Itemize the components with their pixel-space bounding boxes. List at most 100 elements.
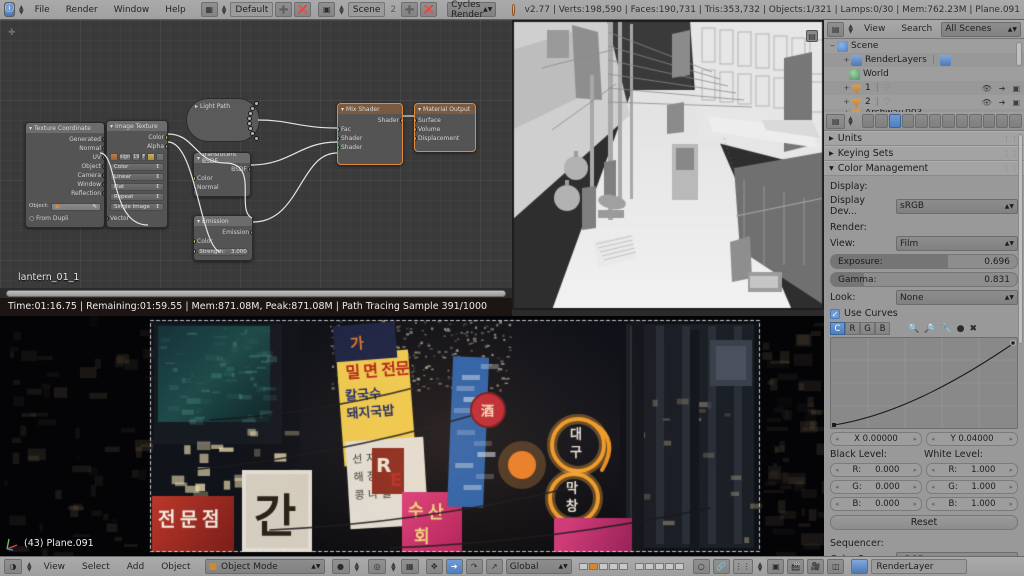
display-device-dropdown[interactable]: sRGB ▲▼ xyxy=(896,198,1018,214)
render-engine-dropdown[interactable]: Cycles Render ▲▼ xyxy=(447,0,497,20)
socket-reflection[interactable] xyxy=(102,191,104,196)
tab-scene[interactable] xyxy=(888,114,901,128)
snap-element-spinner[interactable]: ▲ ▼ xyxy=(756,561,765,572)
reset-curves-button[interactable]: Reset xyxy=(830,515,1018,530)
look-dropdown[interactable]: None ▲▼ xyxy=(896,290,1018,305)
3d-view-icon[interactable]: ◑ xyxy=(4,559,22,574)
socket-shader-2[interactable] xyxy=(338,145,340,150)
opengl-render-icon[interactable]: ▣ xyxy=(767,559,785,574)
visibility-eye-icon[interactable]: 👁 xyxy=(982,98,992,107)
panel-grip-icon[interactable]: ⋮⋮ xyxy=(1003,150,1019,158)
channel-b[interactable]: B xyxy=(875,322,890,335)
tab-data[interactable] xyxy=(955,114,969,128)
channel-r[interactable]: R xyxy=(845,322,860,335)
node-expand-icon[interactable]: ▸ xyxy=(195,103,198,110)
add-scene-button[interactable]: ➕ xyxy=(401,2,419,17)
scene-layers-top[interactable] xyxy=(578,563,684,570)
scale-icon[interactable]: ↗ xyxy=(485,559,503,574)
tab-object[interactable] xyxy=(915,114,928,128)
node-material-output[interactable]: ▾ Material Output Surface Volume Displac… xyxy=(414,103,476,152)
socket-alpha[interactable] xyxy=(165,144,167,149)
socket-displacement[interactable] xyxy=(415,136,417,141)
tab-render[interactable] xyxy=(861,114,875,128)
menu-file[interactable]: File xyxy=(28,3,57,17)
menu-render[interactable]: Render xyxy=(59,3,105,17)
unlink-icon[interactable] xyxy=(156,153,164,161)
open-image-icon[interactable] xyxy=(147,153,156,161)
socket-fac[interactable] xyxy=(338,127,340,132)
rotate-icon[interactable]: ↷ xyxy=(465,559,483,574)
panel-grip-icon[interactable]: ⋮⋮ xyxy=(1003,165,1019,173)
outliner-row-mesh-2[interactable]: + 2 | ▽ 👁 ➔ ▣ xyxy=(824,95,1024,109)
viewport-menu-add[interactable]: Add xyxy=(120,560,151,574)
strength-slider[interactable]: ◂Strength: 3.000▸ xyxy=(197,248,249,256)
delete-scene-button[interactable]: ❌ xyxy=(420,2,438,17)
from-dupli-checkbox[interactable]: ○ From Dupli xyxy=(29,214,101,223)
outliner-row-mesh-1[interactable]: + 1 | ▽ 👁 ➔ ▣ xyxy=(824,81,1024,95)
curve-point-y[interactable]: ◂ Y 0.04000 ▸ xyxy=(926,432,1018,446)
socket-uv[interactable] xyxy=(102,155,104,160)
expand-icon[interactable]: + xyxy=(842,98,851,106)
panel-color-management[interactable]: ▾ Color Management ⋮⋮ xyxy=(824,161,1024,176)
tab-particles[interactable] xyxy=(996,114,1009,128)
outliner-row-toggles[interactable]: 👁 ➔ ▣ xyxy=(982,84,1020,93)
node-translucent-bsdf[interactable]: ▾ Translucent BSDF BSDF Color Normal xyxy=(193,152,251,197)
selectable-cursor-icon[interactable]: ➔ xyxy=(999,84,1006,93)
tab-world[interactable] xyxy=(901,114,915,128)
proportional-edit-icon[interactable]: ○ xyxy=(692,559,710,574)
socket-emission[interactable] xyxy=(250,230,252,235)
node-image-texture[interactable]: ▾ Image Texture Color Alpha sign 19 F Co… xyxy=(106,120,168,228)
visibility-eye-icon[interactable]: 👁 xyxy=(982,84,992,93)
socket-object[interactable] xyxy=(102,164,104,169)
outliner-editor-spinner[interactable]: ▲ ▼ xyxy=(846,24,855,35)
users-count[interactable]: 19 xyxy=(132,153,141,161)
editor-type-spinner[interactable]: ▲ ▼ xyxy=(25,561,34,572)
screen-layout-icon[interactable]: ▦ xyxy=(200,2,218,17)
panel-grip-icon[interactable]: ⋮⋮ xyxy=(1003,135,1019,143)
socket-camera[interactable] xyxy=(102,173,104,178)
translate-icon[interactable]: ➔ xyxy=(445,559,463,574)
menu-window[interactable]: Window xyxy=(107,3,157,17)
socket-normal[interactable] xyxy=(194,185,196,190)
outliner-editor[interactable]: ▤ ▲ ▼ View Search All Scenes ▲▼ − Scene + … xyxy=(824,20,1024,112)
socket-surface[interactable] xyxy=(415,118,417,123)
use-curves-row[interactable]: ✓ Use Curves xyxy=(830,308,1018,319)
socket-generated[interactable] xyxy=(102,137,104,142)
delete-screen-layout-button[interactable]: ❌ xyxy=(294,2,312,17)
opengl-render-anim-icon[interactable]: 🎬 xyxy=(787,559,805,574)
properties-editor[interactable]: ▤ ▲ ▼ ▸ Units ⋮⋮ ▸ Keying Sets ⋮⋮ ▾ Color… xyxy=(824,112,1024,556)
outliner-display-mode[interactable]: All Scenes ▲▼ xyxy=(941,21,1021,37)
tab-modifiers[interactable] xyxy=(942,114,955,128)
scene-name-field[interactable]: Scene xyxy=(347,2,386,17)
viewport-menu-object[interactable]: Object xyxy=(154,560,197,574)
transform-orientation-dropdown[interactable]: Global ▲▼ xyxy=(505,559,572,574)
node-collapse-icon[interactable]: ▾ xyxy=(418,106,421,113)
renderlayer-data-icon[interactable] xyxy=(939,54,951,66)
node-collapse-icon[interactable]: ▾ xyxy=(110,123,113,130)
menu-help[interactable]: Help xyxy=(158,3,193,17)
snap-icon[interactable]: ▦ xyxy=(400,559,419,574)
image-name-field[interactable]: sign xyxy=(118,153,132,161)
solid-shading-icon[interactable]: ● xyxy=(331,559,350,574)
manipulator-toggle-icon[interactable]: ✥ xyxy=(425,559,443,574)
socket-normal[interactable] xyxy=(102,146,104,151)
viewport-menu-select[interactable]: Select xyxy=(75,560,117,574)
zoom-in-icon[interactable]: 🔍 xyxy=(908,324,919,334)
use-curves-checkbox[interactable]: ✓ xyxy=(830,308,840,319)
socket-volume[interactable] xyxy=(415,127,417,132)
dot-icon[interactable]: ● xyxy=(957,324,965,334)
quad-view-icon[interactable]: ◫ xyxy=(827,559,845,574)
snap-element-icon[interactable]: ⋮⋮ xyxy=(732,559,753,574)
white-level-g[interactable]: ◂ G: 1.000 ▸ xyxy=(926,480,1018,494)
socket-color[interactable] xyxy=(194,239,196,244)
exposure-slider[interactable]: Exposure: 0.696 xyxy=(830,254,1018,269)
tab-material[interactable] xyxy=(969,114,982,128)
render-layer-field[interactable]: RenderLayer xyxy=(871,559,968,574)
outliner-row-renderlayers[interactable]: + RenderLayers | xyxy=(824,53,1024,67)
curve-widget[interactable] xyxy=(830,337,1018,429)
zoom-out-icon[interactable]: 🔎 xyxy=(924,324,935,334)
properties-editor-spinner[interactable]: ▲ ▼ xyxy=(846,116,855,127)
outliner-scrollbar[interactable] xyxy=(1016,42,1022,66)
black-level-g[interactable]: ◂ G: 0.000 ▸ xyxy=(830,480,922,494)
socket-window[interactable] xyxy=(102,182,104,187)
